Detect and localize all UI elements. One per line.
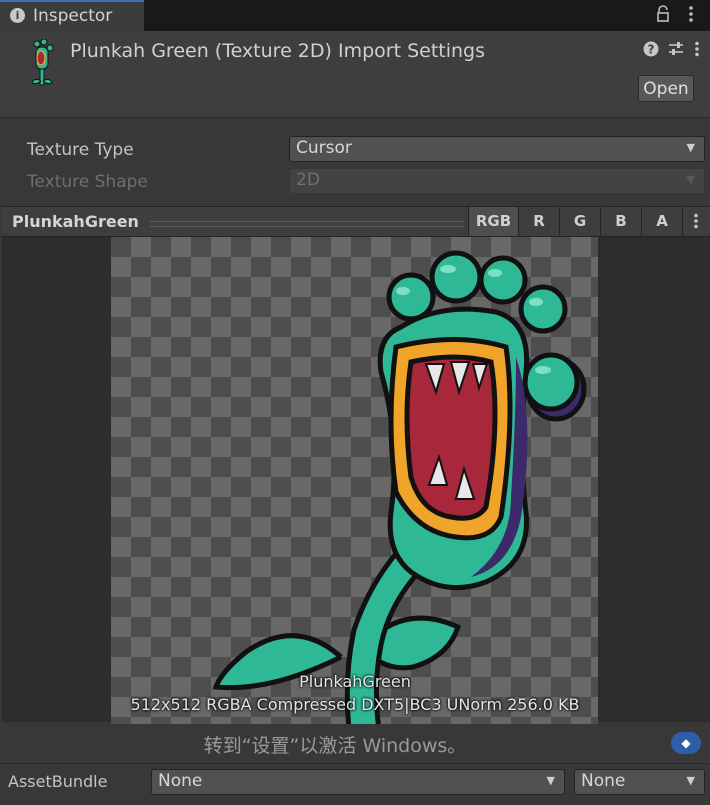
texture-preview-image [212,250,587,724]
tab-label: Inspector [33,6,113,26]
svg-text:?: ? [648,43,655,57]
header-kebab-menu-icon[interactable] [694,41,700,61]
help-icon[interactable]: ? [643,41,659,61]
channel-rgb-button[interactable]: RGB [468,207,518,236]
channel-g-button[interactable]: G [559,207,600,236]
tab-inspector[interactable]: i Inspector [0,0,144,31]
lock-icon[interactable] [656,5,670,27]
texture-shape-label: Texture Shape [27,172,148,192]
preview-kebab-menu-icon[interactable] [682,207,708,236]
preview-title: PlunkahGreen [12,212,139,231]
asset-bundle-row: AssetBundle None ▼ None ▼ [0,763,710,805]
chevron-down-icon: ▼ [686,141,695,154]
texture-shape-dropdown: 2D ▼ [289,168,705,194]
preview-image-info: 512x512 RGBA Compressed DXT5|BC3 UNorm 2… [130,695,580,714]
inspector-header: Plunkah Green (Texture 2D) Import Settin… [0,31,710,118]
preview-toolbar: PlunkahGreen RGB R G B A [2,206,710,237]
open-button[interactable]: Open [638,75,694,102]
chevron-down-icon: ▼ [546,774,555,787]
resize-grip[interactable] [150,221,464,227]
texture-type-dropdown[interactable]: Cursor ▼ [289,136,705,162]
presets-icon[interactable] [668,41,684,61]
asset-bundle-name-value: None [158,771,203,791]
preview-image-name: PlunkahGreen [299,672,411,691]
asset-title: Plunkah Green (Texture 2D) Import Settin… [70,40,485,62]
tab-bar: i Inspector [0,0,710,31]
channel-a-button[interactable]: A [641,207,682,236]
chevron-down-icon: ▼ [686,774,695,787]
asset-bundle-variant-dropdown[interactable]: None ▼ [574,769,705,795]
windows-activation-watermark: 转到“设置”以激活 Windows。 [203,735,467,757]
asset-bundle-variant-value: None [581,771,626,791]
info-icon: i [10,8,25,23]
tag-icon: ◆ [671,732,701,754]
channel-r-button[interactable]: R [518,207,559,236]
asset-bundle-label: AssetBundle [8,772,108,791]
kebab-menu-icon[interactable] [688,5,694,27]
texture-type-label: Texture Type [27,140,134,160]
texture-shape-value: 2D [296,170,320,190]
asset-bundle-name-dropdown[interactable]: None ▼ [151,769,565,795]
chevron-down-icon: ▼ [686,173,695,186]
texture-thumbnail [28,38,56,95]
channel-b-button[interactable]: B [600,207,641,236]
texture-type-value: Cursor [296,138,352,158]
